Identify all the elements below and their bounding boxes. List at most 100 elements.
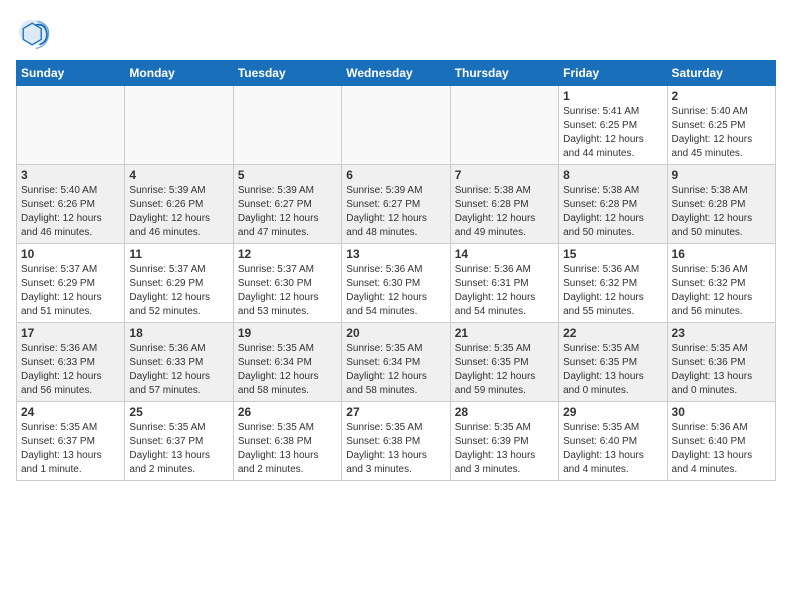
week-row-2: 3 Sunrise: 5:40 AM Sunset: 6:26 PM Daylig… bbox=[17, 165, 776, 244]
day-info: Sunrise: 5:38 AM Sunset: 6:28 PM Dayligh… bbox=[672, 184, 771, 240]
day-number: 10 bbox=[21, 247, 120, 261]
day-info: Sunrise: 5:40 AM Sunset: 6:26 PM Dayligh… bbox=[21, 184, 120, 240]
calendar-cell: 1 Sunrise: 5:41 AM Sunset: 6:25 PM Daylig… bbox=[559, 86, 667, 165]
day-number: 24 bbox=[21, 405, 120, 419]
day-info: Sunrise: 5:36 AM Sunset: 6:30 PM Dayligh… bbox=[346, 263, 445, 319]
calendar-cell bbox=[233, 86, 341, 165]
calendar-cell: 8 Sunrise: 5:38 AM Sunset: 6:28 PM Daylig… bbox=[559, 165, 667, 244]
calendar-cell: 4 Sunrise: 5:39 AM Sunset: 6:26 PM Daylig… bbox=[125, 165, 233, 244]
day-number: 19 bbox=[238, 326, 337, 340]
calendar-cell: 24 Sunrise: 5:35 AM Sunset: 6:37 PM Dayli… bbox=[17, 402, 125, 481]
day-number: 6 bbox=[346, 168, 445, 182]
day-number: 16 bbox=[672, 247, 771, 261]
calendar-cell: 30 Sunrise: 5:36 AM Sunset: 6:40 PM Dayli… bbox=[667, 402, 775, 481]
day-number: 29 bbox=[563, 405, 662, 419]
day-info: Sunrise: 5:41 AM Sunset: 6:25 PM Dayligh… bbox=[563, 105, 662, 161]
day-info: Sunrise: 5:38 AM Sunset: 6:28 PM Dayligh… bbox=[563, 184, 662, 240]
calendar-cell: 29 Sunrise: 5:35 AM Sunset: 6:40 PM Dayli… bbox=[559, 402, 667, 481]
day-info: Sunrise: 5:36 AM Sunset: 6:31 PM Dayligh… bbox=[455, 263, 554, 319]
weekday-header-tuesday: Tuesday bbox=[233, 61, 341, 86]
calendar-cell bbox=[125, 86, 233, 165]
calendar-cell: 6Sunrise: 5:39 AM Sunset: 6:27 PM Daylig… bbox=[342, 165, 450, 244]
calendar-cell: 21Sunrise: 5:35 AM Sunset: 6:35 PM Dayli… bbox=[450, 323, 558, 402]
general-blue-logo-icon bbox=[16, 16, 52, 52]
weekday-header-friday: Friday bbox=[559, 61, 667, 86]
calendar-cell: 16Sunrise: 5:36 AM Sunset: 6:32 PM Dayli… bbox=[667, 244, 775, 323]
day-number: 20 bbox=[346, 326, 445, 340]
page-header bbox=[16, 16, 776, 52]
day-info: Sunrise: 5:40 AM Sunset: 6:25 PM Dayligh… bbox=[672, 105, 771, 161]
calendar-cell: 7Sunrise: 5:38 AM Sunset: 6:28 PM Daylig… bbox=[450, 165, 558, 244]
calendar-cell: 26 Sunrise: 5:35 AM Sunset: 6:38 PM Dayli… bbox=[233, 402, 341, 481]
weekday-header-thursday: Thursday bbox=[450, 61, 558, 86]
week-row-4: 17 Sunrise: 5:36 AM Sunset: 6:33 PM Dayli… bbox=[17, 323, 776, 402]
day-info: Sunrise: 5:37 AM Sunset: 6:29 PM Dayligh… bbox=[129, 263, 228, 319]
day-info: Sunrise: 5:36 AM Sunset: 6:32 PM Dayligh… bbox=[563, 263, 662, 319]
day-number: 5 bbox=[238, 168, 337, 182]
calendar-cell: 11 Sunrise: 5:37 AM Sunset: 6:29 PM Dayli… bbox=[125, 244, 233, 323]
day-number: 11 bbox=[129, 247, 228, 261]
day-info: Sunrise: 5:35 AM Sunset: 6:39 PM Dayligh… bbox=[455, 421, 554, 477]
day-info: Sunrise: 5:39 AM Sunset: 6:26 PM Dayligh… bbox=[129, 184, 228, 240]
day-info: Sunrise: 5:35 AM Sunset: 6:37 PM Dayligh… bbox=[129, 421, 228, 477]
day-number: 3 bbox=[21, 168, 120, 182]
day-number: 18 bbox=[129, 326, 228, 340]
week-row-5: 24 Sunrise: 5:35 AM Sunset: 6:37 PM Dayli… bbox=[17, 402, 776, 481]
calendar-cell: 3 Sunrise: 5:40 AM Sunset: 6:26 PM Daylig… bbox=[17, 165, 125, 244]
weekday-header-saturday: Saturday bbox=[667, 61, 775, 86]
calendar-cell: 19 Sunrise: 5:35 AM Sunset: 6:34 PM Dayli… bbox=[233, 323, 341, 402]
weekday-header-wednesday: Wednesday bbox=[342, 61, 450, 86]
calendar-cell: 2Sunrise: 5:40 AM Sunset: 6:25 PM Daylig… bbox=[667, 86, 775, 165]
weekday-header-sunday: Sunday bbox=[17, 61, 125, 86]
day-number: 9 bbox=[672, 168, 771, 182]
calendar-cell bbox=[342, 86, 450, 165]
day-info: Sunrise: 5:35 AM Sunset: 6:38 PM Dayligh… bbox=[346, 421, 445, 477]
calendar-cell: 9 Sunrise: 5:38 AM Sunset: 6:28 PM Daylig… bbox=[667, 165, 775, 244]
weekday-header-monday: Monday bbox=[125, 61, 233, 86]
day-number: 30 bbox=[672, 405, 771, 419]
logo bbox=[16, 16, 56, 52]
calendar-cell: 10 Sunrise: 5:37 AM Sunset: 6:29 PM Dayli… bbox=[17, 244, 125, 323]
day-info: Sunrise: 5:35 AM Sunset: 6:34 PM Dayligh… bbox=[238, 342, 337, 398]
calendar-cell: 22 Sunrise: 5:35 AM Sunset: 6:35 PM Dayli… bbox=[559, 323, 667, 402]
calendar-cell: 15 Sunrise: 5:36 AM Sunset: 6:32 PM Dayli… bbox=[559, 244, 667, 323]
day-info: Sunrise: 5:39 AM Sunset: 6:27 PM Dayligh… bbox=[238, 184, 337, 240]
day-info: Sunrise: 5:36 AM Sunset: 6:33 PM Dayligh… bbox=[129, 342, 228, 398]
day-number: 21 bbox=[455, 326, 554, 340]
day-info: Sunrise: 5:37 AM Sunset: 6:30 PM Dayligh… bbox=[238, 263, 337, 319]
day-number: 15 bbox=[563, 247, 662, 261]
calendar-cell: 14Sunrise: 5:36 AM Sunset: 6:31 PM Dayli… bbox=[450, 244, 558, 323]
day-info: Sunrise: 5:36 AM Sunset: 6:40 PM Dayligh… bbox=[672, 421, 771, 477]
day-number: 17 bbox=[21, 326, 120, 340]
day-info: Sunrise: 5:35 AM Sunset: 6:34 PM Dayligh… bbox=[346, 342, 445, 398]
calendar-cell: 12Sunrise: 5:37 AM Sunset: 6:30 PM Dayli… bbox=[233, 244, 341, 323]
calendar-cell: 28 Sunrise: 5:35 AM Sunset: 6:39 PM Dayli… bbox=[450, 402, 558, 481]
day-number: 4 bbox=[129, 168, 228, 182]
day-number: 22 bbox=[563, 326, 662, 340]
day-info: Sunrise: 5:37 AM Sunset: 6:29 PM Dayligh… bbox=[21, 263, 120, 319]
weekday-header-row: SundayMondayTuesdayWednesdayThursdayFrid… bbox=[17, 61, 776, 86]
calendar-cell bbox=[450, 86, 558, 165]
day-info: Sunrise: 5:35 AM Sunset: 6:36 PM Dayligh… bbox=[672, 342, 771, 398]
calendar-cell: 13 Sunrise: 5:36 AM Sunset: 6:30 PM Dayli… bbox=[342, 244, 450, 323]
day-info: Sunrise: 5:35 AM Sunset: 6:35 PM Dayligh… bbox=[563, 342, 662, 398]
day-info: Sunrise: 5:38 AM Sunset: 6:28 PM Dayligh… bbox=[455, 184, 554, 240]
calendar-cell: 20 Sunrise: 5:35 AM Sunset: 6:34 PM Dayli… bbox=[342, 323, 450, 402]
day-number: 26 bbox=[238, 405, 337, 419]
calendar-cell bbox=[17, 86, 125, 165]
day-number: 25 bbox=[129, 405, 228, 419]
week-row-3: 10 Sunrise: 5:37 AM Sunset: 6:29 PM Dayli… bbox=[17, 244, 776, 323]
day-info: Sunrise: 5:35 AM Sunset: 6:40 PM Dayligh… bbox=[563, 421, 662, 477]
calendar-cell: 5 Sunrise: 5:39 AM Sunset: 6:27 PM Daylig… bbox=[233, 165, 341, 244]
day-number: 28 bbox=[455, 405, 554, 419]
calendar-cell: 18 Sunrise: 5:36 AM Sunset: 6:33 PM Dayli… bbox=[125, 323, 233, 402]
calendar-cell: 25 Sunrise: 5:35 AM Sunset: 6:37 PM Dayli… bbox=[125, 402, 233, 481]
day-number: 1 bbox=[563, 89, 662, 103]
day-number: 23 bbox=[672, 326, 771, 340]
day-info: Sunrise: 5:35 AM Sunset: 6:38 PM Dayligh… bbox=[238, 421, 337, 477]
calendar-cell: 17Sunrise: 5:36 AM Sunset: 6:33 PM Dayli… bbox=[17, 323, 125, 402]
day-number: 13 bbox=[346, 247, 445, 261]
day-info: Sunrise: 5:35 AM Sunset: 6:37 PM Dayligh… bbox=[21, 421, 120, 477]
calendar-cell: 23 Sunrise: 5:35 AM Sunset: 6:36 PM Dayli… bbox=[667, 323, 775, 402]
day-number: 8 bbox=[563, 168, 662, 182]
